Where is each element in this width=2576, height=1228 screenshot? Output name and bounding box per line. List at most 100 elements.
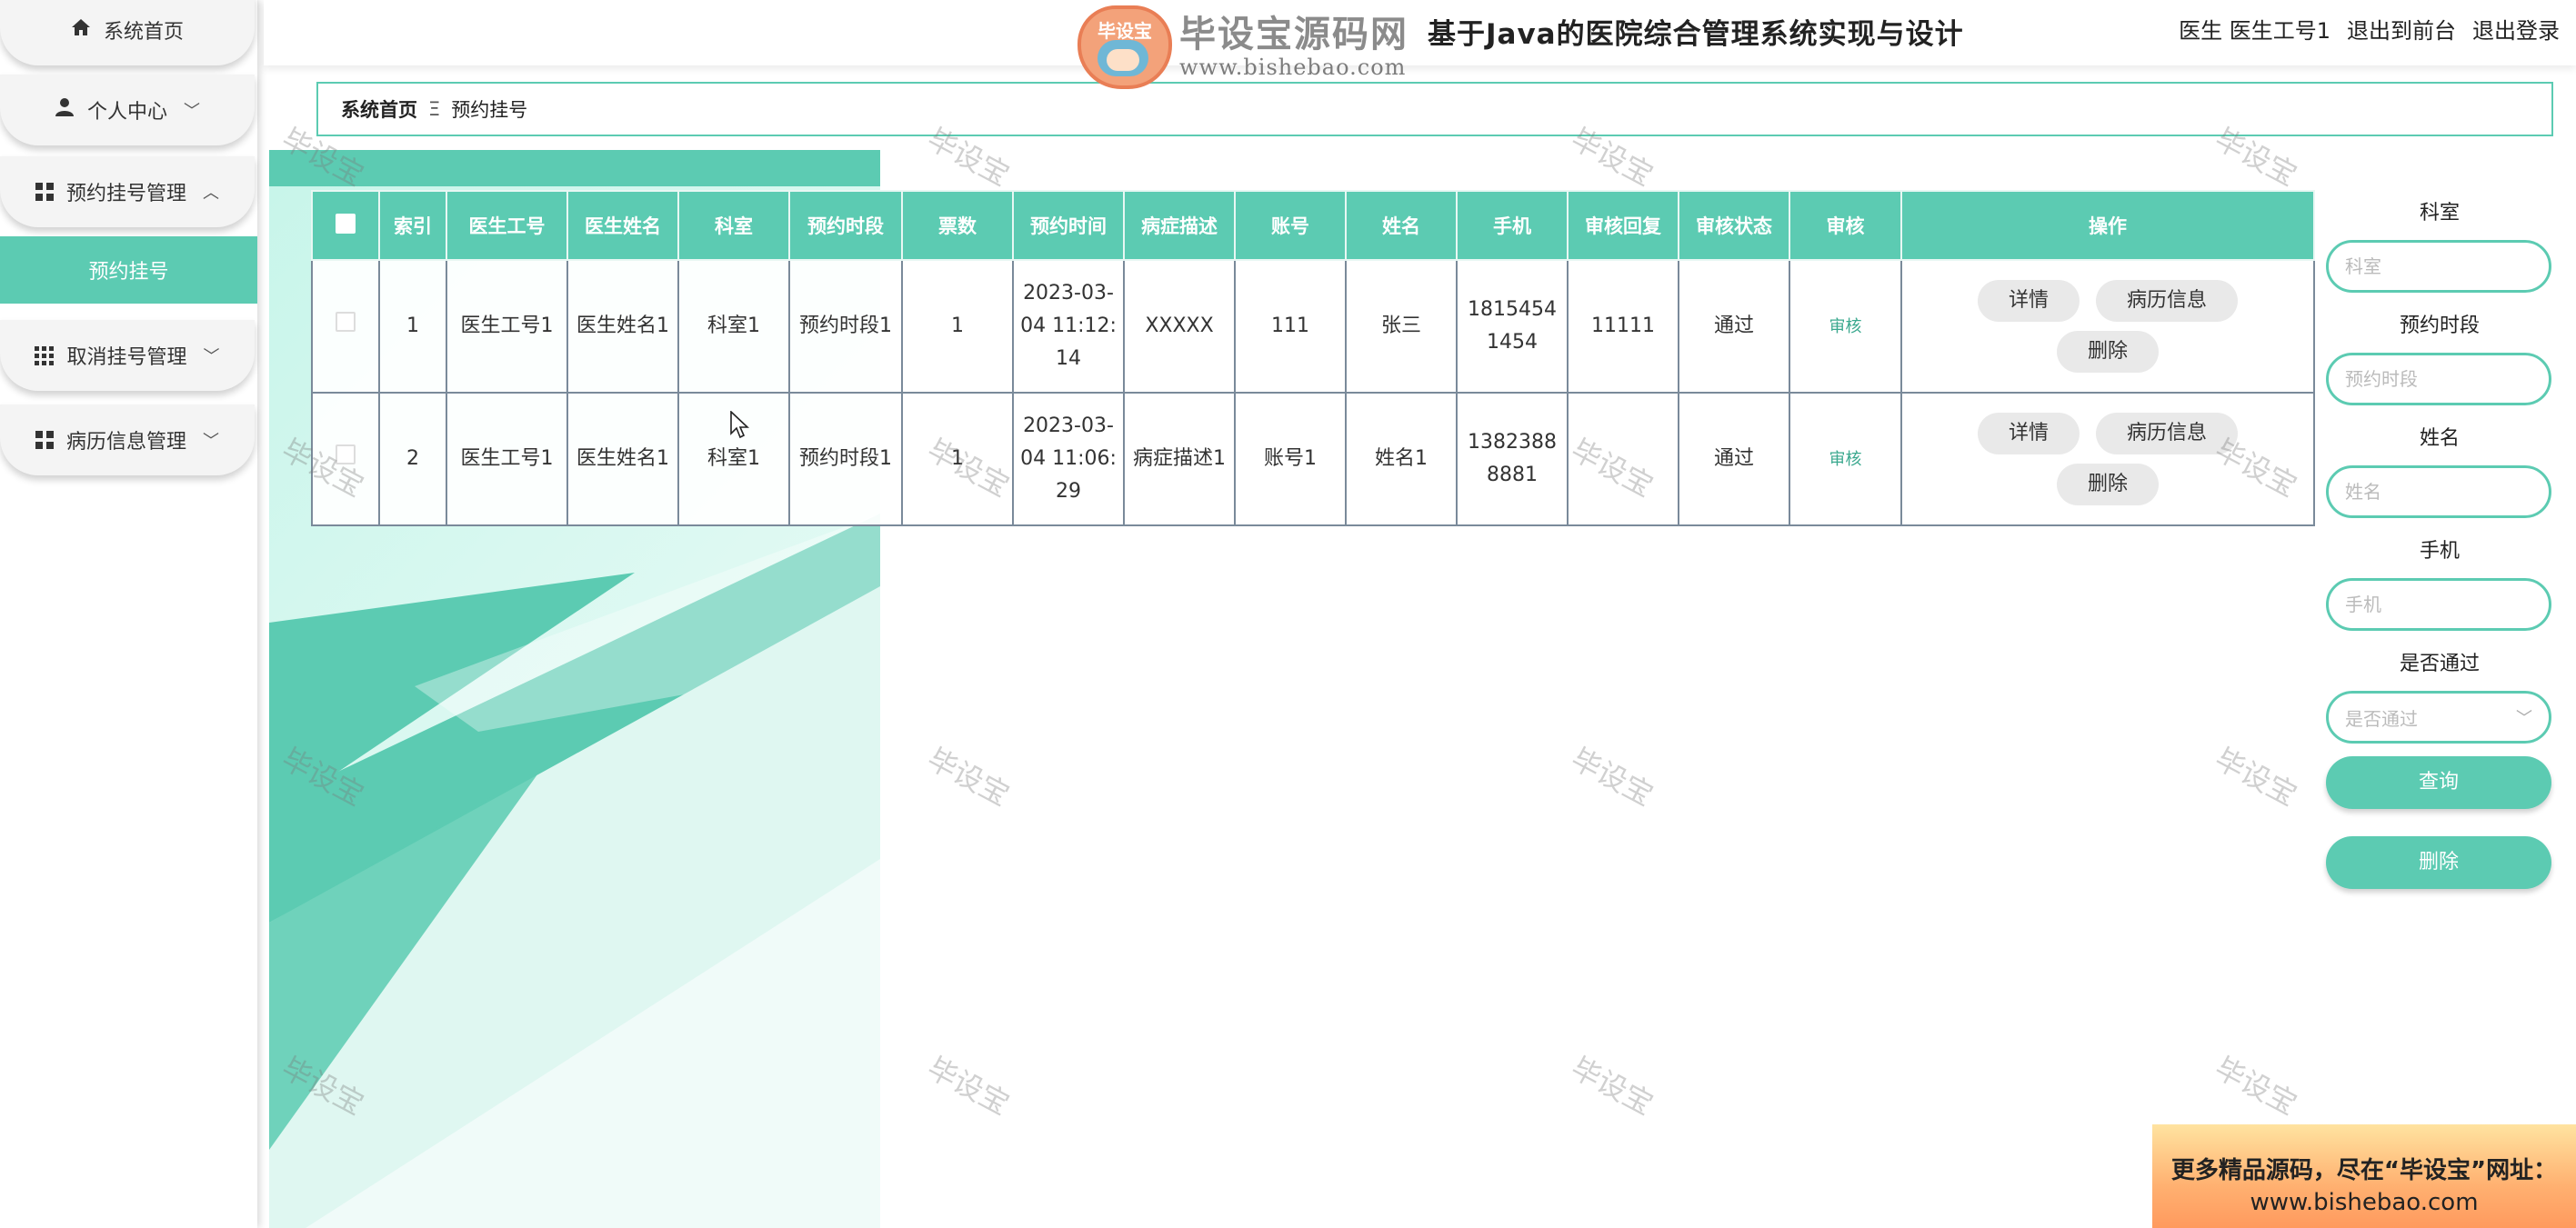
cell-name: 张三 xyxy=(1345,259,1458,394)
row-select-cell[interactable] xyxy=(311,259,380,394)
logo-texts: 毕设宝源码网 www.bishebao.com xyxy=(1179,15,1408,80)
watermark: 毕设宝 xyxy=(2209,1050,2303,1123)
sidebar-item-records[interactable]: 病历信息管理 ﹀ xyxy=(0,404,255,475)
cell-actions: 详情 病历信息 删除 xyxy=(1900,259,2315,394)
cell-name: 姓名1 xyxy=(1345,392,1458,526)
cell-department: 科室1 xyxy=(677,259,790,394)
cell-doctor-name: 医生姓名1 xyxy=(566,259,679,394)
audit-link[interactable]: 审核 xyxy=(1829,317,1862,336)
breadcrumb-separator: Ξ xyxy=(428,98,441,120)
sidebar-item-home[interactable]: 系统首页 xyxy=(0,0,255,65)
back-to-front-link[interactable]: 退出到前台 xyxy=(2347,13,2456,45)
phone-label: 手机 xyxy=(2419,540,2460,563)
cell-time-slot: 预约时段1 xyxy=(788,259,903,394)
chevron-up-icon: ︿ xyxy=(203,184,219,203)
table-header-row: 索引 医生工号 医生姓名 科室 预约时段 票数 预约时间 病症描述 账号 姓名 … xyxy=(311,190,2315,261)
pass-select[interactable]: 是否通过 ﹀ xyxy=(2326,691,2551,744)
chevron-down-icon: ﹀ xyxy=(203,347,220,366)
sidebar-item-label: 预约挂号管理 xyxy=(65,183,186,205)
sidebar-subitem-appointment[interactable]: 预约挂号 xyxy=(0,236,257,304)
header-name: 姓名 xyxy=(1345,190,1458,261)
apps-icon xyxy=(35,345,55,365)
row-checkbox[interactable] xyxy=(336,444,356,464)
top-header: 基于Java的医院综合管理系统实现与设计 医生 医生工号1 退出到前台 退出登录 xyxy=(264,0,2576,65)
audit-link[interactable]: 审核 xyxy=(1829,450,1862,469)
mouse-cursor-icon xyxy=(730,410,750,444)
table-row: 2 医生工号1 医生姓名1 科室1 预约时段1 1 2023-03-04 11:… xyxy=(311,392,2315,526)
promo-banner: 更多精品源码，尽在“毕设宝”网址： www.bishebao.com xyxy=(2152,1124,2576,1228)
chevron-down-icon: ﹀ xyxy=(203,432,219,451)
watermark: 毕设宝 xyxy=(2209,741,2303,814)
header-select-all[interactable] xyxy=(311,190,380,261)
sidebar-item-personal[interactable]: 个人中心 ﹀ xyxy=(0,75,255,145)
grid-icon xyxy=(35,183,54,201)
delete-button[interactable]: 删除 xyxy=(2056,331,2159,373)
user-icon xyxy=(55,97,75,123)
department-input[interactable] xyxy=(2326,240,2551,293)
grid-icon xyxy=(35,431,54,449)
cell-phone: 13823888881 xyxy=(1456,392,1569,526)
sidebar-item-label: 系统首页 xyxy=(103,21,184,44)
banner-line2: www.bishebao.com xyxy=(2250,1189,2479,1216)
cell-audit-reply: 11111 xyxy=(1567,259,1679,394)
watermark: 毕设宝 xyxy=(1565,741,1659,814)
sidebar-item-label: 取消挂号管理 xyxy=(66,346,187,369)
cell-doctor-no: 医生工号1 xyxy=(446,259,568,394)
row-checkbox[interactable] xyxy=(336,312,356,332)
name-label: 姓名 xyxy=(2419,427,2460,450)
cell-audit: 审核 xyxy=(1789,259,1902,394)
chevron-down-icon: ﹀ xyxy=(184,102,200,121)
logo-url: www.bishebao.com xyxy=(1179,55,1407,80)
table-row: 1 医生工号1 医生姓名1 科室1 预约时段1 1 2023-03-04 11:… xyxy=(311,259,2315,394)
header-time-slot: 预约时段 xyxy=(788,190,903,261)
cell-index: 2 xyxy=(378,392,447,526)
name-input[interactable] xyxy=(2326,465,2551,518)
user-label: 医生 医生工号1 xyxy=(2179,18,2330,44)
cell-appt-time: 2023-03-04 11:06:29 xyxy=(1012,392,1125,526)
sidebar-subitem-label: 预约挂号 xyxy=(88,261,169,284)
user-area: 医生 医生工号1 退出到前台 退出登录 xyxy=(2179,13,2560,45)
watermark: 毕设宝 xyxy=(921,741,1016,814)
row-select-cell[interactable] xyxy=(311,392,380,526)
cell-tickets: 1 xyxy=(901,392,1014,526)
page-title: 基于Java的医院综合管理系统实现与设计 xyxy=(1428,18,1964,51)
logo-badge: 毕设宝 xyxy=(1078,5,1172,89)
medical-record-button[interactable]: 病历信息 xyxy=(2096,280,2239,322)
delete-button[interactable]: 删除 xyxy=(2056,464,2159,505)
batch-delete-button[interactable]: 删除 xyxy=(2326,836,2551,889)
logout-link[interactable]: 退出登录 xyxy=(2472,13,2560,45)
cell-audit: 审核 xyxy=(1789,392,1902,526)
cell-doctor-no: 医生工号1 xyxy=(446,392,568,526)
header-department: 科室 xyxy=(677,190,790,261)
time-slot-input[interactable] xyxy=(2326,353,2551,405)
header-actions: 操作 xyxy=(1900,190,2315,261)
cell-symptom: 病症描述1 xyxy=(1123,392,1236,526)
logo-watermark: 毕设宝 毕设宝源码网 www.bishebao.com xyxy=(1078,5,1408,89)
header-audit: 审核 xyxy=(1789,190,1902,261)
medical-record-button[interactable]: 病历信息 xyxy=(2096,413,2239,454)
detail-button[interactable]: 详情 xyxy=(1977,280,2080,322)
sidebar-item-appointment[interactable]: 预约挂号管理 ︿ xyxy=(0,156,255,227)
breadcrumb: 系统首页 Ξ 预约挂号 xyxy=(316,82,2553,136)
detail-button[interactable]: 详情 xyxy=(1977,413,2080,454)
appointment-table: 索引 医生工号 医生姓名 科室 预约时段 票数 预约时间 病症描述 账号 姓名 … xyxy=(311,190,2315,526)
department-label: 科室 xyxy=(2419,202,2460,225)
sidebar-item-label: 个人中心 xyxy=(86,101,167,124)
phone-input[interactable] xyxy=(2326,578,2551,631)
cell-time-slot: 预约时段1 xyxy=(788,392,903,526)
cell-phone: 18154541454 xyxy=(1456,259,1569,394)
query-button[interactable]: 查询 xyxy=(2326,756,2551,809)
header-doctor-no: 医生工号 xyxy=(446,190,568,261)
header-tickets: 票数 xyxy=(901,190,1014,261)
header-appt-time: 预约时间 xyxy=(1012,190,1125,261)
breadcrumb-home[interactable]: 系统首页 xyxy=(341,95,417,123)
select-all-checkbox[interactable] xyxy=(336,213,356,234)
cell-audit-status: 通过 xyxy=(1678,259,1790,394)
sidebar-item-cancel[interactable]: 取消挂号管理 ﹀ xyxy=(0,320,255,391)
header-audit-status: 审核状态 xyxy=(1678,190,1790,261)
cell-account: 111 xyxy=(1234,259,1347,394)
cell-index: 1 xyxy=(378,259,447,394)
search-panel: 科室 预约时段 姓名 手机 是否通过 是否通过 ﹀ 查询 删除 xyxy=(2326,200,2553,889)
cell-actions: 详情 病历信息 删除 xyxy=(1900,392,2315,526)
watermark: 毕设宝 xyxy=(1565,1050,1659,1123)
